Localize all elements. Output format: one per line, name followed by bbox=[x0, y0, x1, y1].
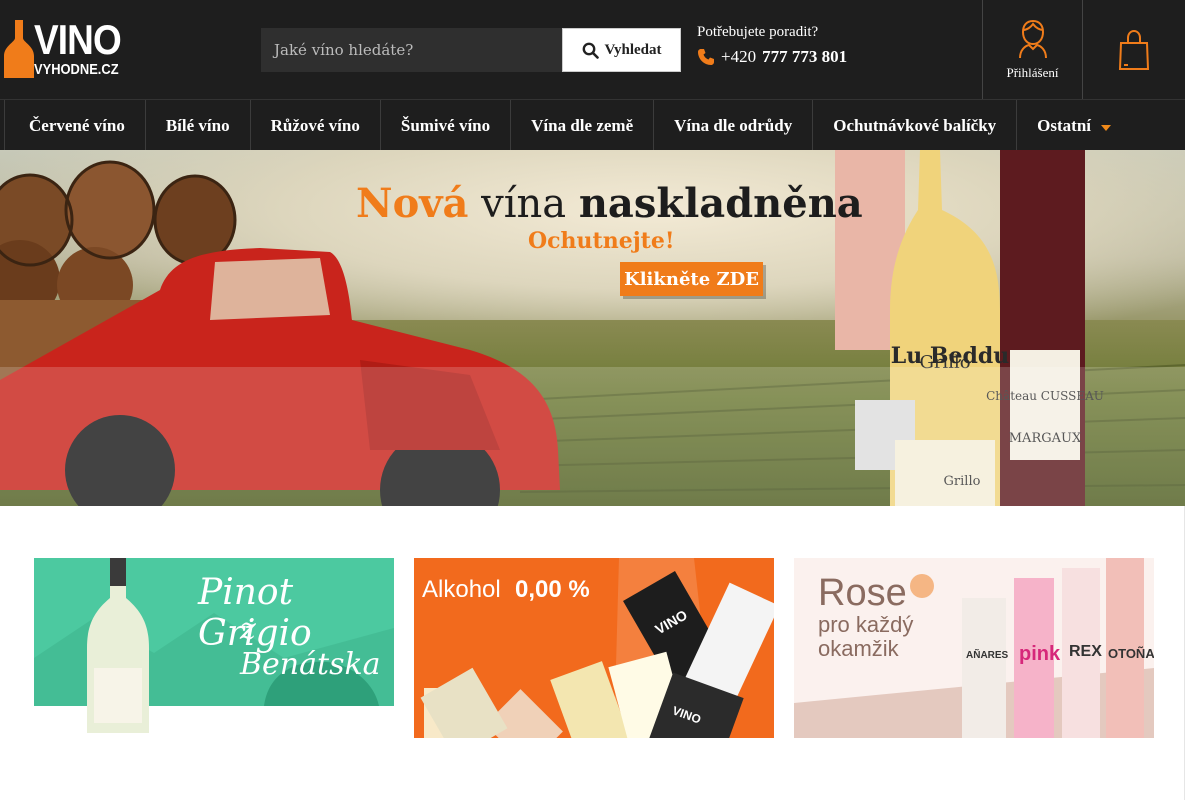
promo-rose-bottle-label-4: OTOÑAL bbox=[1108, 646, 1154, 661]
search-button[interactable]: Vyhledat bbox=[562, 28, 681, 72]
hero-overlay bbox=[0, 367, 1185, 506]
hero-title: Nová vína naskladněna bbox=[356, 180, 863, 227]
nav-red-wine[interactable]: Červené víno bbox=[4, 100, 146, 151]
hero-title-part3: naskladněna bbox=[578, 180, 863, 227]
cart-button[interactable] bbox=[1082, 0, 1185, 99]
page: VINO VYHODNE.CZ Jaké víno hledáte? Vyhle… bbox=[0, 0, 1185, 800]
promo-pinot-line2: z Benátska bbox=[240, 612, 381, 682]
promo-rose-bottle-label-2: pink bbox=[1019, 643, 1061, 665]
search-placeholder: Jaké víno hledáte? bbox=[274, 41, 414, 59]
login-button[interactable]: Přihlášení bbox=[982, 0, 1082, 99]
help-contact: Potřebujete poradit? +420 777 773 801 bbox=[697, 24, 847, 67]
chevron-down-icon bbox=[1101, 124, 1112, 131]
search-input[interactable]: Jaké víno hledáte? bbox=[261, 28, 562, 72]
login-label: Přihlášení bbox=[1006, 64, 1059, 80]
bottle-label-lubeddu: Lu Beddu bbox=[891, 343, 1009, 369]
hero-title-part1: Nová bbox=[356, 180, 469, 227]
shopping-bag-icon bbox=[1118, 29, 1150, 70]
phone-prefix: +420 bbox=[721, 47, 757, 66]
phone-number: 777 773 801 bbox=[762, 47, 848, 66]
promo-rose-bottle-label-3: REX bbox=[1069, 643, 1102, 660]
nav-tasting-packages[interactable]: Ochutnávkové balíčky bbox=[813, 100, 1018, 151]
nav-wines-by-variety[interactable]: Vína dle odrůdy bbox=[654, 100, 814, 151]
nav-white-wine[interactable]: Bílé víno bbox=[146, 100, 251, 151]
main-navigation: Červené víno Bílé víno Růžové víno Šumiv… bbox=[0, 99, 1185, 151]
logo-subtext: VYHODNE.CZ bbox=[34, 61, 119, 78]
phone-icon bbox=[698, 49, 714, 65]
promo-alcohol-line2: 0,00 % bbox=[515, 576, 590, 603]
hero-banner[interactable]: Grillo Grillo Lu Beddu Château CUSSEAU M… bbox=[0, 150, 1185, 506]
nav-wines-by-country[interactable]: Vína dle země bbox=[511, 100, 655, 151]
help-question: Potřebujete poradit? bbox=[697, 24, 819, 40]
promo-rose-line3: okamžik bbox=[818, 636, 899, 661]
wine-bottle-logo-icon bbox=[4, 20, 34, 78]
logo-text: VINO bbox=[34, 16, 122, 63]
promo-card-alcohol-free[interactable]: Alkohol 0,00 % VINO VINO bbox=[414, 558, 774, 738]
promo-rose-line1: Rose bbox=[818, 572, 907, 614]
search-icon bbox=[582, 42, 599, 59]
promo-rose-line2: pro každý bbox=[818, 612, 914, 637]
phone-link[interactable]: +420 777 773 801 bbox=[697, 47, 847, 67]
promo-alcohol-line1: Alkohol bbox=[422, 576, 501, 603]
promo-rose-bottle-label-1: AÑARES bbox=[966, 650, 1009, 661]
search-button-label: Vyhledat bbox=[604, 41, 662, 58]
logo[interactable]: VINO VYHODNE.CZ bbox=[4, 18, 122, 78]
promo-card-rose[interactable]: Rose pro každý okamžik AÑARES pink REX O… bbox=[794, 558, 1154, 738]
user-icon bbox=[1018, 19, 1047, 58]
header: VINO VYHODNE.CZ Jaké víno hledáte? Vyhle… bbox=[0, 0, 1185, 99]
nav-other-label: Ostatní bbox=[1037, 115, 1092, 135]
hero-subtitle: Ochutnejte! bbox=[528, 228, 675, 254]
nav-rose-wine[interactable]: Růžové víno bbox=[251, 100, 381, 151]
hero-cta-button[interactable]: Klikněte ZDE bbox=[620, 262, 763, 296]
promo-card-pinot-grigio[interactable]: Pinot Grigio z Benátska bbox=[34, 558, 394, 738]
nav-sparkling-wine[interactable]: Šumivé víno bbox=[381, 100, 512, 151]
hero-title-part2: vína bbox=[481, 181, 567, 227]
nav-other[interactable]: Ostatní bbox=[1017, 100, 1131, 151]
